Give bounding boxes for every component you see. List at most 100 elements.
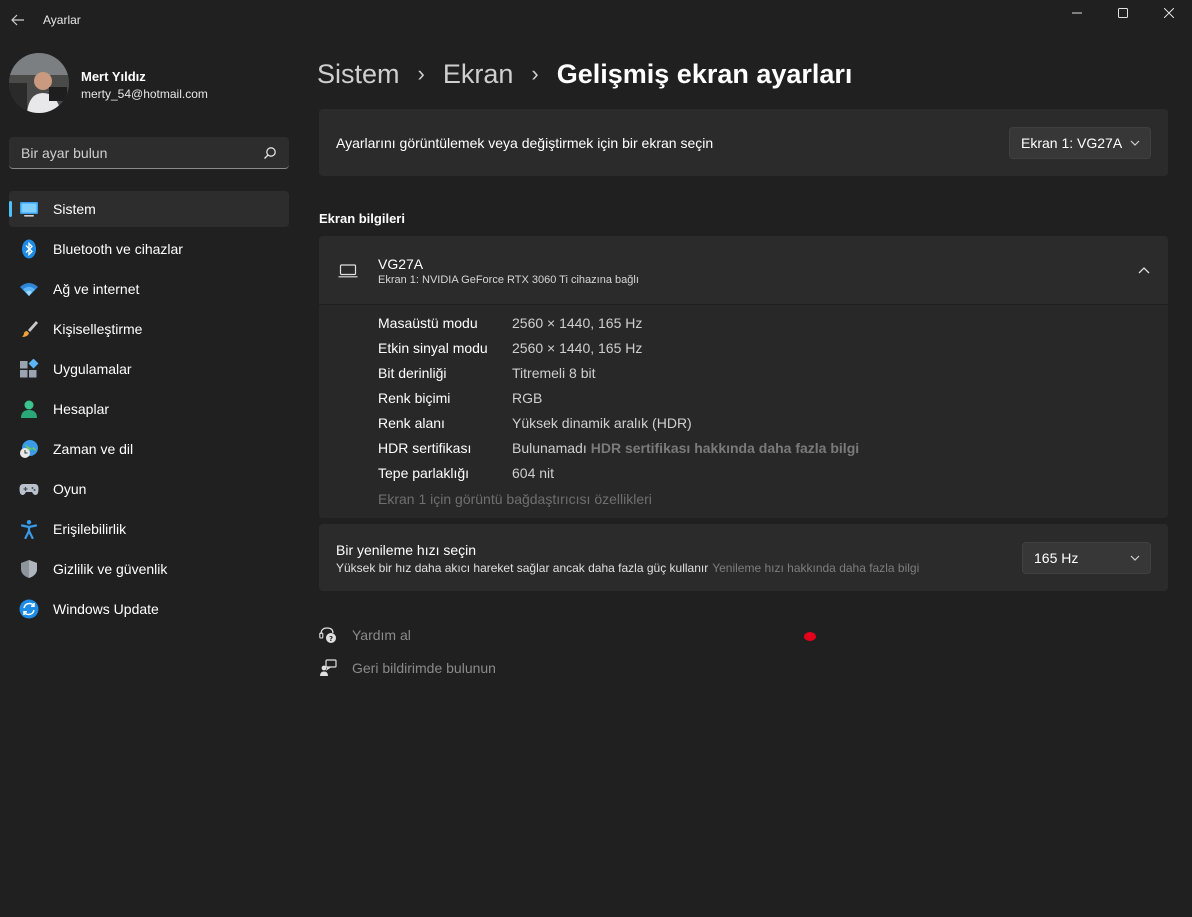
- sidebar-item-sistem[interactable]: Sistem: [9, 191, 289, 227]
- close-icon: [1164, 8, 1174, 18]
- info-value: 2560 × 1440, 165 Hz: [512, 315, 643, 331]
- sidebar-item-apps[interactable]: Uygulamalar: [9, 351, 289, 387]
- sidebar-item-label: Uygulamalar: [53, 361, 132, 377]
- help-icon: ?: [319, 627, 336, 643]
- get-help-label: Yardım al: [352, 627, 411, 643]
- refresh-rate-description-group: Yüksek bir hız daha akıcı hareket sağlar…: [336, 561, 919, 575]
- accessibility-icon: [20, 520, 38, 539]
- chevron-down-icon: [1130, 555, 1140, 561]
- wifi-icon: [20, 283, 38, 296]
- info-key: Etkin sinyal modu: [378, 340, 488, 356]
- user-name: Mert Yıldız: [81, 69, 146, 84]
- back-button[interactable]: [6, 6, 30, 34]
- section-title-display-info: Ekran bilgileri: [319, 211, 405, 226]
- sidebar-item-label: Windows Update: [53, 601, 159, 617]
- info-value: Bulunamadı: [512, 440, 587, 456]
- breadcrumb-item-sistem[interactable]: Sistem: [317, 59, 400, 90]
- search-input[interactable]: [19, 137, 253, 169]
- info-key: Tepe parlaklığı: [378, 465, 470, 481]
- display-select-card: Ayarlarını görüntülemek veya değiştirmek…: [319, 109, 1168, 176]
- sidebar-item-time-language[interactable]: Zaman ve dil: [9, 431, 289, 467]
- window-controls: [1054, 0, 1192, 26]
- avatar-photo-icon: [9, 53, 69, 113]
- maximize-icon: [1118, 8, 1128, 18]
- page-title: Gelişmiş ekran ayarları: [556, 58, 853, 89]
- svg-text:?: ?: [329, 635, 333, 643]
- title-bar: Ayarlar: [0, 0, 1192, 40]
- account-icon: [21, 400, 37, 418]
- sidebar-item-windows-update[interactable]: Windows Update: [9, 591, 289, 627]
- refresh-rate-card: Bir yenileme hızı seçin Yüksek bir hız d…: [319, 524, 1168, 591]
- refresh-rate-title: Bir yenileme hızı seçin: [336, 542, 477, 558]
- give-feedback-link[interactable]: Geri bildirimde bulunun: [319, 657, 496, 679]
- info-key: HDR sertifikası: [378, 440, 472, 456]
- breadcrumb: Sistem › Ekran › Gelişmiş ekran ayarları: [317, 54, 852, 94]
- settings-search[interactable]: [9, 137, 289, 169]
- sidebar-item-accounts[interactable]: Hesaplar: [9, 391, 289, 427]
- brush-icon: [22, 321, 38, 337]
- app-title: Ayarlar: [43, 13, 81, 27]
- adapter-properties-link[interactable]: Ekran 1 için görüntü bağdaştırıcısı özel…: [378, 491, 652, 507]
- minimize-icon: [1072, 12, 1082, 14]
- sidebar-nav: Sistem Bluetooth ve cihazlar Ağ ve inter…: [9, 191, 289, 631]
- refresh-rate-info-link[interactable]: Yenileme hızı hakkında daha fazla bilgi: [712, 561, 919, 575]
- gamepad-icon: [19, 484, 39, 495]
- info-key: Masaüstü modu: [378, 315, 478, 331]
- display-select-text: Ayarlarını görüntülemek veya değiştirmek…: [336, 135, 714, 151]
- info-value: 2560 × 1440, 165 Hz: [512, 340, 643, 356]
- maximize-button[interactable]: [1100, 0, 1146, 26]
- display-info-header[interactable]: VG27A Ekran 1: NVIDIA GeForce RTX 3060 T…: [319, 236, 1168, 305]
- close-button[interactable]: [1146, 0, 1192, 26]
- apps-icon: [20, 359, 39, 378]
- refresh-rate-description: Yüksek bir hız daha akıcı hareket sağlar…: [336, 561, 709, 575]
- sidebar-item-label: Gizlilik ve güvenlik: [53, 561, 168, 577]
- sidebar-item-gaming[interactable]: Oyun: [9, 471, 289, 507]
- info-key: Renk alanı: [378, 415, 445, 431]
- chevron-down-icon: [1130, 140, 1140, 146]
- sidebar-item-network[interactable]: Ağ ve internet: [9, 271, 289, 307]
- monitor-icon: [338, 264, 358, 278]
- info-value: Yüksek dinamik aralık (HDR): [512, 415, 692, 431]
- sidebar-item-label: Sistem: [53, 201, 96, 217]
- get-help-link[interactable]: ? Yardım al: [319, 624, 411, 646]
- sidebar-item-label: Kişiselleştirme: [53, 321, 143, 337]
- update-icon: [19, 599, 39, 619]
- info-key: Bit derinliği: [378, 365, 447, 381]
- sidebar-item-label: Zaman ve dil: [53, 441, 134, 457]
- sidebar-item-bluetooth[interactable]: Bluetooth ve cihazlar: [9, 231, 289, 267]
- sidebar-item-accessibility[interactable]: Erişilebilirlik: [9, 511, 289, 547]
- info-value: Titremeli 8 bit: [512, 365, 596, 381]
- display-dropdown[interactable]: Ekran 1: VG27A: [1009, 127, 1151, 159]
- search-icon[interactable]: [263, 146, 277, 160]
- info-value-group: Bulunamadı HDR sertifikası hakkında daha …: [512, 440, 859, 456]
- refresh-rate-value: 165 Hz: [1034, 550, 1079, 566]
- display-info-card: VG27A Ekran 1: NVIDIA GeForce RTX 3060 T…: [319, 236, 1168, 518]
- avatar[interactable]: [9, 53, 69, 113]
- display-info-body: Masaüstü modu 2560 × 1440, 165 Hz Etkin …: [319, 305, 1168, 518]
- breadcrumb-separator: ›: [417, 61, 425, 86]
- back-arrow-icon: [11, 14, 24, 26]
- display-dropdown-value: Ekran 1: VG27A: [1021, 135, 1123, 151]
- hdr-certification-link[interactable]: HDR sertifikası hakkında daha fazla bilg…: [591, 440, 859, 456]
- globe-clock-icon: [20, 440, 38, 458]
- breadcrumb-item-ekran[interactable]: Ekran: [443, 59, 514, 90]
- give-feedback-label: Geri bildirimde bulunun: [352, 660, 496, 676]
- sidebar-item-label: Bluetooth ve cihazlar: [53, 241, 183, 257]
- display-name: VG27A: [378, 256, 424, 272]
- sidebar-item-label: Ağ ve internet: [53, 281, 140, 297]
- sidebar-item-privacy[interactable]: Gizlilik ve güvenlik: [9, 551, 289, 587]
- sidebar-item-label: Erişilebilirlik: [53, 521, 127, 537]
- feedback-icon: [320, 659, 337, 676]
- chevron-up-icon[interactable]: [1138, 266, 1150, 274]
- display-subtitle: Ekran 1: NVIDIA GeForce RTX 3060 Ti ciha…: [378, 274, 639, 286]
- refresh-rate-dropdown[interactable]: 165 Hz: [1022, 542, 1151, 574]
- info-value: 604 nit: [512, 465, 555, 481]
- system-icon: [20, 202, 38, 217]
- sidebar-item-personalization[interactable]: Kişiselleştirme: [9, 311, 289, 347]
- info-key: Renk biçimi: [378, 390, 451, 406]
- info-value: RGB: [512, 390, 543, 406]
- minimize-button[interactable]: [1054, 0, 1100, 26]
- user-email: merty_54@hotmail.com: [81, 87, 208, 101]
- breadcrumb-separator: ›: [531, 61, 539, 86]
- shield-icon: [21, 560, 37, 578]
